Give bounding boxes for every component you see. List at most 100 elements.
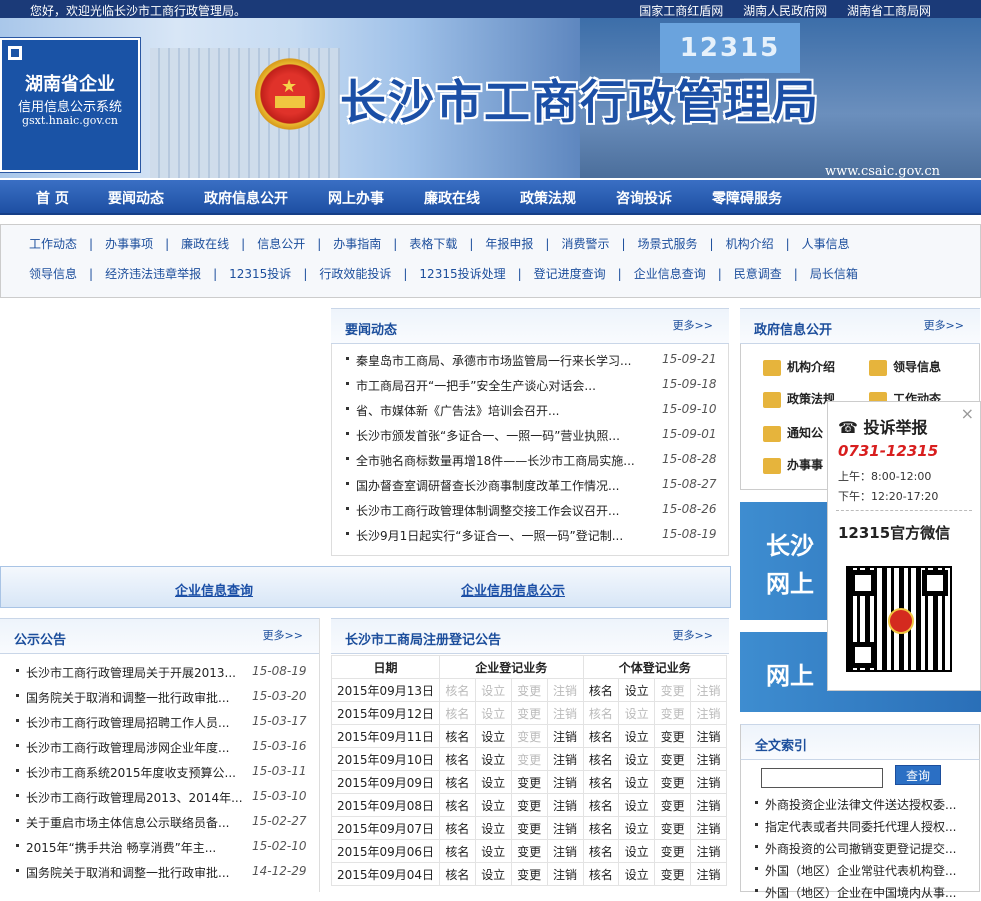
credit-system-badge[interactable]: 湖南省企业 信用信息公示系统 gsxt.hnaic.gov.cn	[0, 37, 141, 173]
nav-gov-info[interactable]: 政府信息公开	[204, 188, 288, 208]
action-cell[interactable]: 设立	[618, 862, 656, 886]
subnav-link[interactable]: 12315投诉处理	[419, 265, 505, 282]
action-cell[interactable]: 变更	[510, 793, 548, 817]
action-cell[interactable]: 变更	[510, 839, 548, 863]
action-cell[interactable]: 注销	[546, 770, 584, 794]
nav-home[interactable]: 首 页	[36, 188, 69, 208]
action-cell[interactable]: 设立	[474, 747, 512, 771]
subnav-link[interactable]: 局长信箱	[810, 265, 858, 282]
action-cell[interactable]: 核名	[582, 678, 620, 702]
subnav-link[interactable]: 信息公开	[257, 235, 305, 252]
link-saic[interactable]: 国家工商红盾网	[639, 4, 723, 18]
action-cell[interactable]: 注销	[546, 793, 584, 817]
action-cell[interactable]: 注销	[546, 862, 584, 886]
nav-consult[interactable]: 咨询投诉	[616, 188, 672, 208]
subnav-link[interactable]: 消费警示	[561, 235, 609, 252]
subnav-link[interactable]: 场景式服务	[638, 235, 698, 252]
action-cell[interactable]: 变更	[654, 770, 692, 794]
action-cell[interactable]: 核名	[439, 793, 476, 817]
action-cell[interactable]: 设立	[618, 770, 656, 794]
action-cell[interactable]: 注销	[546, 839, 584, 863]
action-cell[interactable]: 核名	[582, 839, 620, 863]
action-cell[interactable]: 核名	[439, 724, 476, 748]
subnav-link[interactable]: 行政效能投诉	[319, 265, 391, 282]
action-cell[interactable]: 注销	[690, 747, 727, 771]
nav-news[interactable]: 要闻动态	[108, 188, 164, 208]
gov-item-org[interactable]: 机构介绍	[763, 358, 835, 376]
action-cell[interactable]: 变更	[510, 770, 548, 794]
subnav-link[interactable]: 工作动态	[29, 235, 77, 252]
subnav-link[interactable]: 领导信息	[29, 265, 77, 282]
credit-publicity-link[interactable]: 企业信用信息公示	[461, 580, 565, 599]
subnav-link[interactable]: 企业信息查询	[634, 265, 706, 282]
news-more-link[interactable]: 更多>>	[673, 317, 713, 333]
action-cell[interactable]: 变更	[654, 747, 692, 771]
action-cell[interactable]: 设立	[618, 724, 656, 748]
subnav-link[interactable]: 表格下载	[409, 235, 457, 252]
action-cell[interactable]: 设立	[474, 816, 512, 840]
action-cell[interactable]: 核名	[582, 793, 620, 817]
action-cell[interactable]: 设立	[618, 747, 656, 771]
action-cell[interactable]: 注销	[690, 816, 727, 840]
subnav-link[interactable]: 民意调查	[734, 265, 782, 282]
action-cell[interactable]: 核名	[582, 862, 620, 886]
gov-item-policy[interactable]: 政策法规	[763, 390, 835, 408]
gov-item-leaders[interactable]: 领导信息	[869, 358, 941, 376]
enterprise-query-link[interactable]: 企业信息查询	[175, 580, 253, 599]
action-cell[interactable]: 设立	[474, 724, 512, 748]
action-cell[interactable]: 变更	[510, 816, 548, 840]
nav-policy[interactable]: 政策法规	[520, 188, 576, 208]
gov-item-service[interactable]: 办事事	[763, 456, 823, 474]
action-cell[interactable]: 核名	[582, 770, 620, 794]
action-cell[interactable]: 设立	[618, 678, 656, 702]
action-cell[interactable]: 变更	[654, 839, 692, 863]
action-cell[interactable]: 核名	[439, 747, 476, 771]
close-icon[interactable]: ×	[961, 404, 974, 423]
action-cell[interactable]: 注销	[690, 770, 727, 794]
register-more-link[interactable]: 更多>>	[673, 627, 713, 643]
action-cell[interactable]: 注销	[690, 839, 727, 863]
link-hunan-gov[interactable]: 湖南人民政府网	[743, 4, 827, 18]
action-cell[interactable]: 设立	[618, 793, 656, 817]
action-cell[interactable]: 设立	[474, 793, 512, 817]
gov-item-notice[interactable]: 通知公	[763, 424, 823, 442]
subnav-link[interactable]: 办事指南	[333, 235, 381, 252]
action-cell[interactable]: 设立	[474, 862, 512, 886]
action-cell[interactable]: 核名	[582, 816, 620, 840]
action-cell[interactable]: 核名	[582, 724, 620, 748]
action-cell[interactable]: 核名	[439, 862, 476, 886]
subnav-link[interactable]: 人事信息	[802, 235, 850, 252]
action-cell[interactable]: 注销	[546, 816, 584, 840]
action-cell[interactable]: 变更	[510, 862, 548, 886]
subnav-link[interactable]: 经济违法违章举报	[105, 265, 201, 282]
action-cell[interactable]: 设立	[618, 816, 656, 840]
link-hunan-aic[interactable]: 湖南省工商局网	[847, 4, 931, 18]
action-cell[interactable]: 变更	[654, 793, 692, 817]
nav-online-service[interactable]: 网上办事	[328, 188, 384, 208]
search-input[interactable]	[761, 768, 883, 788]
subnav-link[interactable]: 廉政在线	[181, 235, 229, 252]
action-cell[interactable]: 注销	[546, 724, 584, 748]
action-cell[interactable]: 注销	[690, 862, 727, 886]
search-button[interactable]: 查询	[895, 765, 941, 785]
action-cell[interactable]: 变更	[654, 724, 692, 748]
action-cell[interactable]: 核名	[439, 770, 476, 794]
notice-more-link[interactable]: 更多>>	[263, 627, 303, 643]
action-cell[interactable]: 设立	[474, 839, 512, 863]
nav-integrity[interactable]: 廉政在线	[424, 188, 480, 208]
action-cell[interactable]: 注销	[690, 793, 727, 817]
action-cell[interactable]: 变更	[654, 862, 692, 886]
action-cell[interactable]: 变更	[654, 816, 692, 840]
action-cell[interactable]: 核名	[439, 816, 476, 840]
action-cell[interactable]: 核名	[582, 747, 620, 771]
gov-more-link[interactable]: 更多>>	[924, 317, 964, 333]
action-cell[interactable]: 设立	[474, 770, 512, 794]
subnav-link[interactable]: 登记进度查询	[534, 265, 606, 282]
subnav-link[interactable]: 年报申报	[485, 235, 533, 252]
action-cell[interactable]: 设立	[618, 839, 656, 863]
action-cell[interactable]: 注销	[546, 747, 584, 771]
action-cell[interactable]: 核名	[439, 839, 476, 863]
nav-accessible[interactable]: 零障碍服务	[712, 188, 782, 208]
subnav-link[interactable]: 办事事项	[105, 235, 153, 252]
action-cell[interactable]: 注销	[690, 724, 727, 748]
